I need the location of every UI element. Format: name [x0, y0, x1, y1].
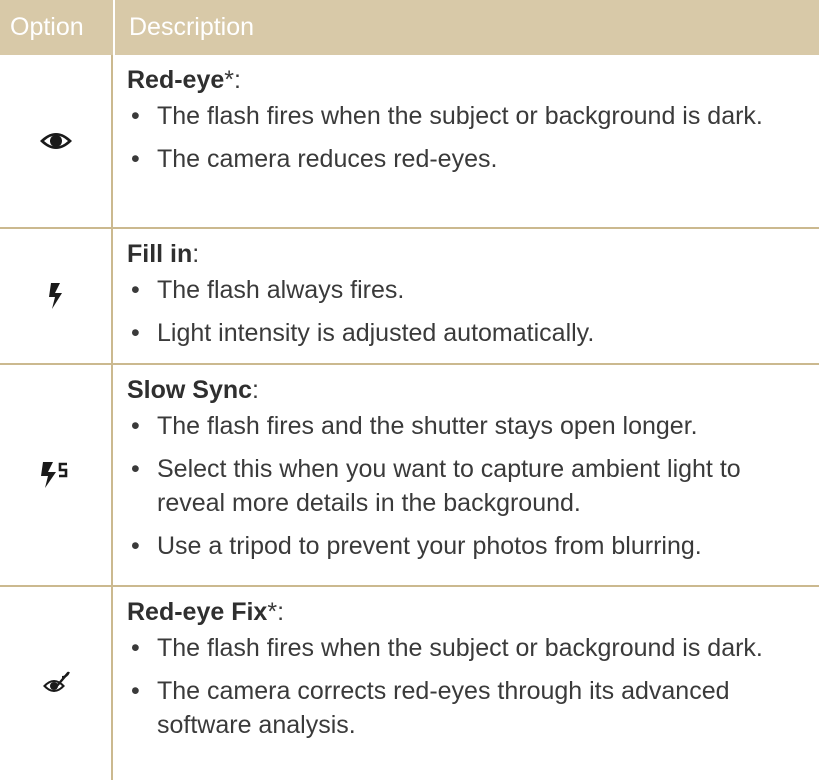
option-title: Red-eye Fix*:	[127, 595, 819, 629]
option-suffix: *:	[267, 598, 285, 626]
list-item: Select this when you want to capture amb…	[127, 452, 819, 520]
option-name: Slow Sync	[127, 376, 253, 404]
option-name: Fill in	[127, 240, 193, 268]
red-eye-icon	[39, 130, 73, 152]
list-item: The flash fires when the subject or back…	[127, 99, 819, 133]
red-eye-fix-icon	[42, 671, 70, 697]
description-cell: Red-eye Fix*: The flash fires when the s…	[113, 587, 819, 780]
list-item: The flash fires and the shutter stays op…	[127, 409, 819, 443]
table-header: Option Description	[0, 0, 819, 55]
option-title: Fill in:	[127, 237, 819, 271]
list-item: Light intensity is adjusted automaticall…	[127, 316, 819, 350]
list-item: The camera reduces red-eyes.	[127, 142, 819, 176]
table-row: Slow Sync: The flash fires and the shutt…	[0, 365, 819, 587]
option-name: Red-eye Fix	[127, 598, 268, 626]
icon-cell	[0, 587, 113, 780]
option-name: Red-eye	[127, 66, 225, 94]
list-item: The flash always fires.	[127, 273, 819, 307]
slow-sync-flash-icon	[40, 462, 72, 488]
icon-cell	[0, 365, 113, 585]
description-cell: Fill in: The flash always fires. Light i…	[113, 229, 819, 363]
option-column-header: Option	[10, 13, 84, 41]
description-cell: Slow Sync: The flash fires and the shutt…	[113, 365, 819, 585]
table-row: Red-eye Fix*: The flash fires when the s…	[0, 587, 819, 780]
option-title: Red-eye*:	[127, 63, 819, 97]
description-column-header: Description	[113, 0, 819, 55]
list-item: Use a tripod to prevent your photos from…	[127, 529, 819, 563]
option-suffix: :	[192, 240, 200, 268]
option-suffix: :	[252, 376, 259, 404]
description-cell: Red-eye*: The flash fires when the subje…	[113, 55, 819, 227]
icon-cell	[0, 229, 113, 363]
option-title: Slow Sync:	[127, 373, 819, 407]
flash-options-table: Option Description Red-eye*: The flash f…	[0, 0, 819, 780]
list-item: The flash fires when the subject or back…	[127, 631, 819, 665]
table-row: Fill in: The flash always fires. Light i…	[0, 229, 819, 365]
option-suffix: *:	[224, 66, 241, 94]
list-item: The camera corrects red-eyes through its…	[127, 674, 819, 742]
fill-in-flash-icon	[48, 283, 64, 309]
table-row: Red-eye*: The flash fires when the subje…	[0, 55, 819, 229]
icon-cell	[0, 55, 113, 227]
